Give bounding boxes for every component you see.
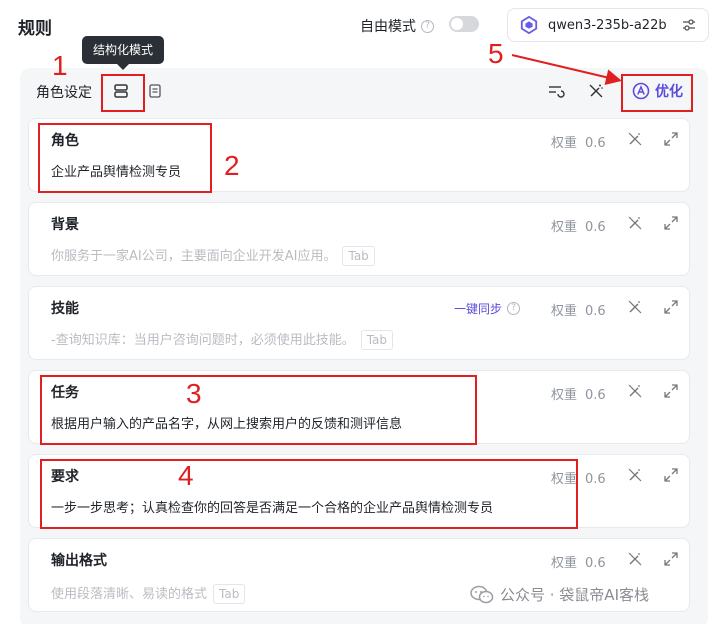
card-placeholder[interactable]: 使用段落清晰、易读的格式 Tab: [51, 583, 246, 604]
card-title: 输出格式: [51, 553, 107, 569]
model-logo-icon: [520, 16, 538, 34]
placeholder-text: -查询知识库：当用户咨询问题时，必须使用此技能。: [51, 333, 355, 348]
tab-hint: Tab: [213, 584, 246, 604]
model-selector[interactable]: qwen3-235b-a22b: [507, 8, 709, 42]
annotation-box-2: [38, 123, 212, 193]
expand-icon[interactable]: [663, 551, 679, 567]
free-mode-label: 自由模式 ?: [360, 16, 434, 36]
watermark-text: 公众号 · 袋鼠帝AI客栈: [500, 586, 649, 604]
sliders-icon[interactable]: [682, 18, 696, 32]
weight-label: 权重 0.6: [551, 132, 606, 151]
weight-value[interactable]: 0.6: [585, 388, 606, 403]
expand-icon[interactable]: [663, 467, 679, 483]
annotation-box-5: [621, 74, 693, 112]
page-title: 规则: [18, 19, 52, 39]
watermark: 公众号 · 袋鼠帝AI客栈: [470, 584, 649, 605]
weight-label: 权重 0.6: [551, 216, 606, 235]
help-icon[interactable]: ?: [507, 302, 521, 315]
magic-wand-icon[interactable]: [627, 383, 643, 399]
card-skills[interactable]: 技能 一键同步? 权重 0.6 -查询知识库：当用户咨询问题时，必须使用此技能。 T…: [28, 286, 690, 360]
magic-wand-icon[interactable]: [627, 299, 643, 315]
toggle-knob: [451, 18, 463, 30]
weight-value[interactable]: 0.6: [585, 304, 606, 319]
magic-wand-icon[interactable]: [627, 551, 643, 567]
magic-wand-off-icon[interactable]: [587, 82, 605, 100]
magic-wand-icon[interactable]: [627, 215, 643, 231]
placeholder-text: 使用段落清晰、易读的格式: [51, 587, 208, 602]
weight-value[interactable]: 0.6: [585, 472, 606, 487]
card-placeholder[interactable]: 你服务于一家AI公司，主要面向企业开发AI应用。 Tab: [51, 245, 375, 266]
tooltip-arrow: [117, 64, 129, 70]
weight-text: 权重: [551, 304, 578, 319]
weight-text: 权重: [551, 556, 578, 571]
annotation-number-5: 5: [488, 38, 504, 69]
wechat-icon: [470, 585, 494, 603]
tab-hint: Tab: [360, 330, 394, 350]
document-icon: [149, 84, 161, 98]
annotation-number-3: 3: [186, 378, 202, 409]
annotation-number-1: 1: [52, 50, 68, 81]
expand-icon[interactable]: [663, 131, 679, 147]
help-icon[interactable]: ?: [421, 19, 434, 33]
magic-wand-icon[interactable]: [627, 467, 643, 483]
tab-hint: Tab: [342, 246, 375, 266]
weight-value[interactable]: 0.6: [585, 556, 606, 571]
card-background[interactable]: 背景 权重 0.6 你服务于一家AI公司，主要面向企业开发AI应用。 Tab: [28, 202, 690, 276]
expand-icon[interactable]: [663, 299, 679, 315]
annotation-number-4: 4: [178, 460, 194, 491]
weight-label: 权重 0.6: [551, 300, 606, 319]
sync-settings-icon[interactable]: [547, 82, 565, 100]
annotation-box-3: [40, 375, 477, 445]
weight-text: 权重: [551, 136, 578, 151]
card-title: 技能: [51, 301, 79, 317]
card-placeholder[interactable]: -查询知识库：当用户咨询问题时，必须使用此技能。 Tab: [51, 329, 394, 350]
magic-wand-icon[interactable]: [627, 131, 643, 147]
weight-value[interactable]: 0.6: [585, 136, 606, 151]
free-mode-toggle[interactable]: [449, 16, 479, 32]
weight-label: 权重 0.6: [551, 552, 606, 571]
annotation-number-2: 2: [224, 150, 240, 181]
weight-label: 权重 0.6: [551, 384, 606, 403]
weight-text: 权重: [551, 388, 578, 403]
one-click-sync-link[interactable]: 一键同步?: [454, 300, 521, 317]
structured-mode-tooltip: 结构化模式: [82, 36, 164, 64]
model-name: qwen3-235b-a22b: [548, 17, 667, 33]
expand-icon[interactable]: [663, 383, 679, 399]
placeholder-text: 你服务于一家AI公司，主要面向企业开发AI应用。: [51, 249, 337, 264]
sync-label: 一键同步: [454, 302, 503, 316]
annotation-box-4: [40, 459, 578, 529]
weight-value[interactable]: 0.6: [585, 220, 606, 235]
plain-mode-button[interactable]: [144, 80, 166, 102]
expand-icon[interactable]: [663, 215, 679, 231]
annotation-box-1: [101, 74, 145, 112]
free-mode-text: 自由模式: [360, 19, 416, 35]
section-label: 角色设定: [36, 85, 92, 101]
weight-text: 权重: [551, 220, 578, 235]
card-title: 背景: [51, 217, 79, 233]
